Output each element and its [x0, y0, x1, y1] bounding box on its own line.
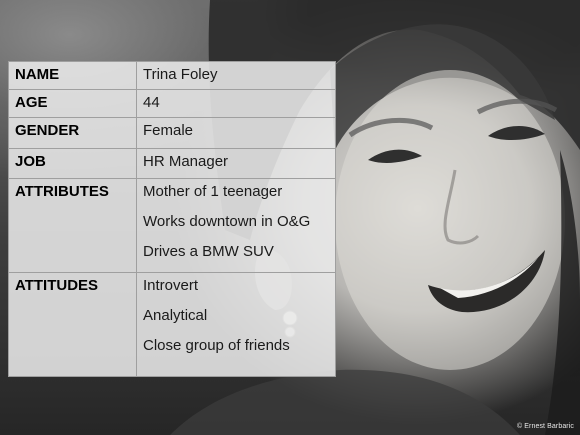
value-line: Female	[143, 122, 194, 139]
row-value: Mother of 1 teenager Works downtown in O…	[136, 178, 336, 273]
table-row-job: JOB HR Manager	[8, 148, 336, 179]
value-line: Drives a BMW SUV	[143, 243, 274, 260]
row-label: AGE	[8, 89, 137, 118]
row-value: Trina Foley	[136, 61, 336, 90]
row-label: ATTRIBUTES	[8, 178, 137, 273]
row-value: Female	[136, 117, 336, 149]
value-line: Introvert	[143, 277, 199, 294]
value-line: Close group of friends	[143, 337, 290, 354]
value-line: Mother of 1 teenager	[143, 183, 283, 200]
value-line: Works downtown in O&G	[143, 213, 311, 230]
value-line: HR Manager	[143, 153, 229, 170]
row-label: JOB	[8, 148, 137, 179]
value-line: Trina Foley	[143, 66, 218, 83]
slide: NAME Trina Foley AGE 44 GENDER Female JO…	[0, 0, 580, 435]
row-label: ATTITUDES	[8, 272, 137, 377]
photo-credit: © Ernest Barbaric	[516, 423, 574, 430]
row-label: NAME	[8, 61, 137, 90]
table-row-attitudes: ATTITUDES Introvert Analytical Close gro…	[8, 272, 336, 377]
table-row-attributes: ATTRIBUTES Mother of 1 teenager Works do…	[8, 178, 336, 273]
face-shape	[335, 70, 565, 370]
persona-table: NAME Trina Foley AGE 44 GENDER Female JO…	[8, 61, 336, 377]
row-value: HR Manager	[136, 148, 336, 179]
table-row-gender: GENDER Female	[8, 117, 336, 149]
table-row-name: NAME Trina Foley	[8, 61, 336, 90]
table-row-age: AGE 44	[8, 89, 336, 118]
value-line: Analytical	[143, 307, 208, 324]
row-value: 44	[136, 89, 336, 118]
row-label: GENDER	[8, 117, 137, 149]
value-line: 44	[143, 94, 160, 111]
shoulder-shape	[170, 369, 520, 435]
row-value: Introvert Analytical Close group of frie…	[136, 272, 336, 377]
